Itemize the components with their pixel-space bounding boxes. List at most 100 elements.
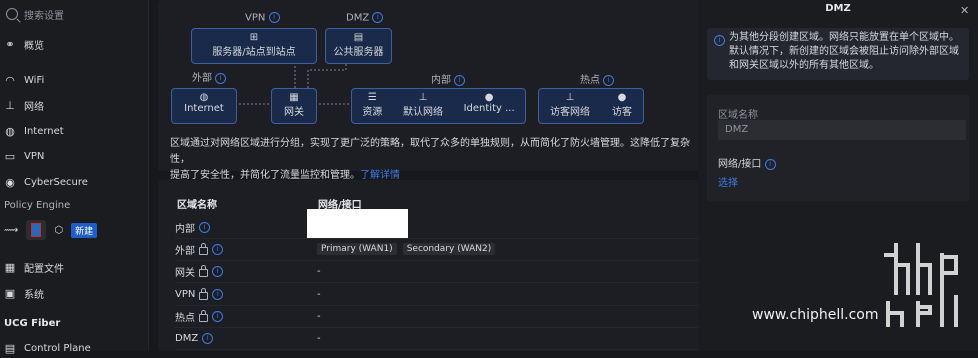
- sidebar-item-cybersecure[interactable]: ◉ CyberSecure: [4, 172, 144, 192]
- search-icon: [6, 8, 18, 20]
- cube-icon[interactable]: ⬡: [54, 225, 63, 236]
- policy-table-button[interactable]: [26, 220, 47, 240]
- lock-icon: [199, 242, 208, 255]
- vpn-zone-label: VPN i: [245, 12, 280, 24]
- col-header-name: 区域名称: [177, 200, 217, 211]
- zone-description: 区域通过对网络区域进行分组，实现了更广泛的策略，取代了众多的单独规则，从而简化了…: [170, 138, 690, 181]
- sidebar-item-label: Control Plane: [24, 342, 91, 354]
- sidebar-item-network[interactable]: ⊥ 网络: [4, 95, 144, 115]
- internal-item-identity: ● Identity ...: [463, 92, 515, 114]
- sidebar-item-system[interactable]: ▣ 系统: [4, 283, 144, 303]
- sidebar-item-profiles[interactable]: ▦ 配置文件: [4, 257, 144, 277]
- globe-icon: ◍: [199, 92, 209, 103]
- info-icon[interactable]: i: [202, 332, 214, 344]
- server-icon: ⊞: [249, 32, 259, 43]
- info-icon[interactable]: i: [372, 12, 384, 23]
- internal-item-resources: ☰ 资源: [362, 92, 383, 118]
- info-icon[interactable]: i: [212, 288, 224, 300]
- internal-item-default-network: ⊥ 默认网络: [402, 92, 443, 118]
- users-icon: ●: [484, 92, 494, 103]
- info-icon[interactable]: i: [212, 243, 223, 255]
- sidebar-item-label: 概览: [24, 40, 44, 52]
- binoculars-icon: ⚭: [5, 37, 15, 51]
- external-zone-label: 外部 i: [192, 69, 227, 84]
- hotspot-zone-node[interactable]: ⊥ 访客网络 ● 访客: [538, 88, 644, 124]
- policy-icon[interactable]: ⟿: [4, 225, 18, 236]
- internal-zone-node[interactable]: ☰ 资源 ⊥ 默认网络 ● Identity ...: [351, 88, 526, 124]
- network-cell: -: [317, 288, 321, 300]
- network-interface-label: 网络/接口 i: [718, 155, 776, 170]
- resources-icon: ☰: [367, 92, 377, 103]
- policy-table-icon: [31, 223, 42, 237]
- vpn-node[interactable]: ⊞ 服务器/站点到站点: [191, 28, 317, 64]
- sidebar-item-wifi[interactable]: ◠ WiFi: [4, 70, 144, 90]
- info-icon: i: [714, 35, 725, 46]
- network-cell: -: [317, 332, 321, 344]
- policy-engine-row: ⟿ ⬡ 新建: [4, 219, 98, 241]
- table-row[interactable]: 外部 i Primary (WAN1) Secondary (WAN2): [175, 238, 715, 261]
- info-notice: i 为其他分段创建区域。网络只能放置在单个区域中。默认情况下，新创建的区域会被阻…: [707, 28, 969, 80]
- search-placeholder: 搜索设置: [24, 10, 64, 22]
- hotspot-item-guest: ● 访客: [612, 92, 632, 118]
- table-row[interactable]: VPN i -: [175, 283, 715, 306]
- public-server-icon: ▤: [353, 32, 364, 43]
- select-network-link[interactable]: 选择: [718, 174, 738, 189]
- sidebar-item-label: 系统: [24, 289, 44, 301]
- info-icon[interactable]: i: [215, 72, 227, 84]
- info-icon[interactable]: i: [454, 74, 466, 86]
- sidebar-item-label: 配置文件: [24, 263, 64, 275]
- sidebar-item-control-plane[interactable]: ▤ Control Plane: [4, 338, 144, 358]
- gateway-dmz-link: [307, 62, 347, 88]
- wifi-icon: ◠: [5, 73, 15, 87]
- network-chip: Primary (WAN1): [317, 243, 397, 255]
- users-icon: ●: [617, 92, 627, 103]
- sidebar-item-label: VPN: [24, 150, 45, 162]
- lock-icon: [199, 264, 208, 277]
- table-row[interactable]: 网关 i -: [175, 260, 715, 283]
- zone-name-input[interactable]: DMZ: [718, 120, 966, 140]
- section-policy-engine: Policy Engine: [4, 200, 71, 211]
- table-row[interactable]: 热点 i -: [175, 305, 715, 328]
- sidebar-item-label: 网络: [24, 101, 44, 113]
- system-icon: ▣: [4, 286, 16, 300]
- zone-name-label: 区域名称: [718, 110, 758, 121]
- close-icon[interactable]: ✕: [960, 4, 969, 17]
- dmz-zone-label: DMZ i: [346, 12, 384, 24]
- network-icon: ⊥: [418, 92, 428, 103]
- info-icon[interactable]: i: [603, 74, 615, 86]
- network-chip: Secondary (WAN2): [402, 243, 496, 255]
- gateway-icon: ▦: [289, 92, 299, 103]
- globe-icon: ◍: [5, 124, 15, 138]
- sidebar-item-internet[interactable]: ◍ Internet: [4, 121, 144, 141]
- hotspot-item-guest-network: ⊥ 访客网络: [550, 92, 590, 118]
- network-cell: -: [317, 265, 321, 277]
- dmz-node[interactable]: ▤ 公共服务器: [325, 28, 392, 64]
- info-icon[interactable]: i: [764, 158, 776, 170]
- network-icon: ⊥: [5, 98, 15, 112]
- chiphell-logo: [884, 243, 958, 327]
- sidebar-item-label: Internet: [24, 125, 64, 137]
- internet-node[interactable]: ◍ Internet: [171, 88, 237, 124]
- table-row[interactable]: 内部 i: [175, 216, 715, 239]
- profile-icon: ▦: [4, 260, 16, 274]
- network-cell: -: [317, 310, 321, 322]
- internal-zone-label: 内部 i: [431, 71, 466, 86]
- info-icon[interactable]: i: [268, 12, 280, 23]
- sidebar-item-label: CyberSecure: [24, 176, 88, 188]
- info-icon[interactable]: i: [212, 310, 223, 322]
- control-plane-icon: ▤: [4, 341, 16, 355]
- sidebar-item-overview[interactable]: ⚭ 概览: [4, 34, 144, 54]
- sidebar-item-label: WiFi: [24, 74, 45, 86]
- vpn-icon: ▭: [4, 149, 16, 163]
- info-icon[interactable]: i: [212, 265, 223, 277]
- new-badge[interactable]: 新建: [71, 222, 98, 238]
- sidebar-item-vpn[interactable]: ▭ VPN: [4, 146, 144, 166]
- section-ucg-fiber: UCG Fiber: [4, 318, 61, 329]
- lock-icon: [199, 287, 209, 300]
- table-row[interactable]: DMZ i -: [175, 327, 715, 350]
- info-icon[interactable]: i: [199, 221, 210, 233]
- gateway-node[interactable]: ▦ 网关: [271, 88, 317, 124]
- hotspot-zone-label: 热点 i: [580, 71, 615, 86]
- shield-icon: ◉: [5, 175, 15, 189]
- search-input[interactable]: 搜索设置: [4, 4, 140, 24]
